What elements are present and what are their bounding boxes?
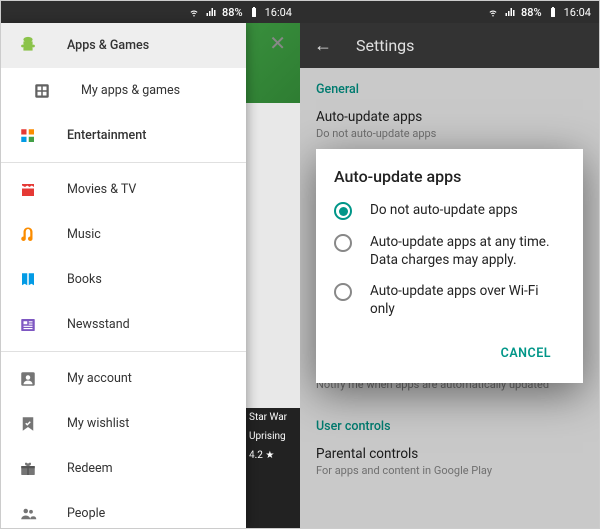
clock: 16:04 (564, 6, 591, 19)
option-label: Do not auto-update apps (370, 202, 518, 220)
radio-option-do-not-update[interactable]: Do not auto-update apps (334, 202, 565, 220)
statusbar-left: 88% 16:04 (1, 1, 300, 23)
nav-item-redeem[interactable]: Redeem (1, 446, 246, 491)
radio-option-wifi-only[interactable]: Auto-update apps over Wi-Fi only (334, 283, 565, 318)
dialog-actions: CANCEL (334, 332, 565, 375)
screen-nav-drawer: ✕ Star War Uprising 4.2 ★ 88% 16:04 Apps… (1, 1, 300, 528)
android-icon (17, 35, 39, 57)
battery-percent: 88% (521, 6, 542, 19)
nav-item-books[interactable]: Books (1, 257, 246, 302)
newsstand-icon (17, 314, 39, 336)
apps-icon (31, 80, 53, 102)
radio-icon (334, 283, 352, 301)
appbar-title: Settings (356, 36, 414, 55)
wifi-icon (487, 6, 499, 18)
statusbar-right: 88% 16:04 (300, 1, 599, 23)
nav-item-newsstand[interactable]: Newsstand (1, 302, 246, 347)
nav-divider (1, 351, 246, 352)
nav-item-my-wishlist[interactable]: My wishlist (1, 401, 246, 446)
nav-label: Entertainment (67, 128, 146, 143)
nav-label: Newsstand (67, 317, 130, 332)
radio-icon (334, 202, 352, 220)
books-icon (17, 269, 39, 291)
nav-header-apps-games[interactable]: Apps & Games (1, 23, 246, 68)
close-icon[interactable]: ✕ (269, 31, 286, 55)
signal-icon (205, 6, 217, 18)
navigation-drawer: Apps & Games My apps & games Entertainme… (1, 23, 246, 528)
nav-item-movies[interactable]: Movies & TV (1, 167, 246, 212)
nav-label: Apps & Games (67, 38, 149, 53)
option-label: Auto-update apps over Wi-Fi only (370, 283, 565, 318)
peek-line2: Uprising (245, 427, 300, 446)
nav-label: Movies & TV (67, 182, 136, 197)
music-icon (17, 224, 39, 246)
nav-label: My account (67, 371, 132, 386)
nav-item-my-apps[interactable]: My apps & games (1, 68, 246, 113)
nav-label: People (67, 506, 105, 521)
back-arrow-icon[interactable]: ← (314, 35, 332, 56)
peek-card: Star War Uprising 4.2 ★ (245, 408, 300, 528)
wifi-icon (188, 6, 200, 18)
movies-icon (17, 179, 39, 201)
screen-settings-dialog: General Auto-update apps Do not auto-upd… (300, 1, 599, 528)
cancel-button[interactable]: CANCEL (493, 338, 559, 369)
nav-item-entertainment[interactable]: Entertainment (1, 113, 246, 158)
nav-label: My apps & games (81, 83, 180, 98)
entertainment-icon (17, 125, 39, 147)
nav-label: Redeem (67, 461, 113, 476)
wishlist-icon (17, 413, 39, 435)
nav-item-people[interactable]: People (1, 491, 246, 528)
nav-item-my-account[interactable]: My account (1, 356, 246, 401)
option-label: Auto-update apps at any time. Data charg… (370, 234, 565, 269)
redeem-icon (17, 458, 39, 480)
people-icon (17, 503, 39, 525)
nav-label: Music (67, 227, 101, 242)
clock: 16:04 (265, 6, 292, 19)
dialog-auto-update: Auto-update apps Do not auto-update apps… (316, 149, 583, 383)
peek-line3: 4.2 ★ (245, 446, 300, 465)
nav-label: Books (67, 272, 102, 287)
appbar: ← Settings (300, 23, 599, 68)
radio-option-any-time[interactable]: Auto-update apps at any time. Data charg… (334, 234, 565, 269)
battery-percent: 88% (222, 6, 243, 19)
battery-icon (248, 6, 260, 18)
nav-label: My wishlist (67, 416, 129, 431)
dialog-title: Auto-update apps (334, 167, 565, 186)
signal-icon (504, 6, 516, 18)
peek-line1: Star War (245, 408, 300, 427)
battery-icon (547, 6, 559, 18)
nav-item-music[interactable]: Music (1, 212, 246, 257)
account-icon (17, 368, 39, 390)
nav-divider (1, 162, 246, 163)
radio-icon (334, 234, 352, 252)
